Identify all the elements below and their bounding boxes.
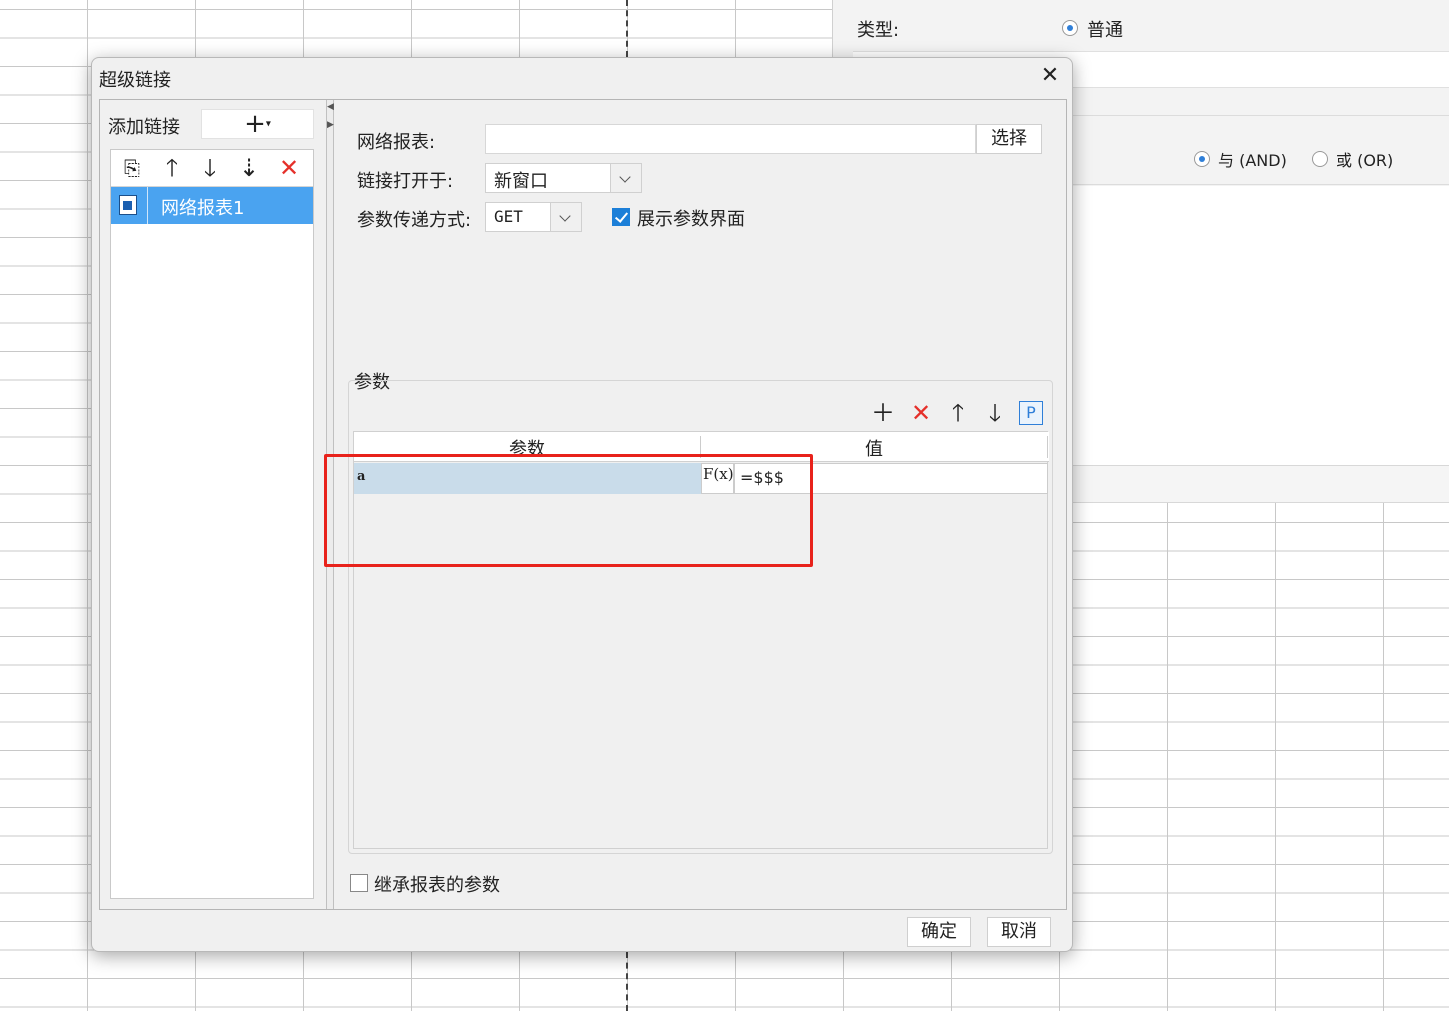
move-bottom-icon[interactable]: ⇣ [234, 154, 264, 182]
close-icon[interactable]: ✕ [1038, 64, 1062, 88]
dialog-title: 超级链接 [99, 70, 171, 91]
or-radio[interactable] [1312, 151, 1328, 167]
type-normal-radio[interactable] [1062, 20, 1078, 36]
select-button[interactable]: 选择 [976, 124, 1042, 154]
or-label: 或 (OR) [1336, 151, 1394, 170]
params-group: ＋ ✕ 🡑 🡓 P 参数 值 a F(x) =$$$ [348, 380, 1053, 854]
dropdown-arrow-icon: ▾ [265, 118, 271, 130]
and-radio[interactable] [1194, 151, 1210, 167]
param-down-icon[interactable]: 🡓 [981, 399, 1009, 427]
show-param-ui-label: 展示参数界面 [637, 209, 745, 230]
ok-button[interactable]: 确定 [907, 917, 971, 947]
item-divider [147, 187, 148, 224]
link-list-item[interactable]: 网络报表1 [111, 187, 313, 224]
add-link-button[interactable]: +▾ [201, 109, 314, 139]
web-report-label: 网络报表: [357, 132, 436, 153]
show-param-ui-checkbox[interactable] [612, 208, 630, 226]
param-method-value: GET [494, 207, 523, 226]
plus-icon: + [244, 109, 266, 139]
open-in-label: 链接打开于: [357, 171, 454, 192]
param-up-icon[interactable]: 🡑 [944, 399, 972, 427]
header-divider [1047, 436, 1048, 458]
move-up-icon[interactable]: 🡑 [157, 154, 187, 182]
link-list-pane: 添加链接 +▾ ⎘ 🡑 🡓 ⇣ ✕ 网络报表1 [100, 100, 326, 909]
param-method-select[interactable]: GET [485, 202, 582, 232]
cancel-button[interactable]: 取消 [987, 917, 1051, 947]
move-down-icon[interactable]: 🡓 [195, 154, 225, 182]
delete-icon[interactable]: ✕ [274, 154, 304, 182]
add-param-icon[interactable]: ＋ [869, 399, 897, 427]
type-row: 类型: 普通 [853, 0, 1449, 52]
parameter-p-icon[interactable]: P [1019, 401, 1043, 425]
chevron-down-icon [550, 203, 581, 231]
expand-right-icon[interactable]: ▶ [327, 120, 334, 130]
highlight-annotation-box [324, 454, 813, 567]
open-in-value: 新窗口 [494, 171, 548, 192]
delete-param-icon[interactable]: ✕ [907, 399, 935, 427]
and-label: 与 (AND) [1218, 151, 1287, 170]
page-break-line [626, 0, 628, 57]
inherit-params-checkbox[interactable] [350, 874, 368, 892]
panel-strip [1060, 465, 1449, 503]
collapse-left-icon[interactable]: ◀ [327, 102, 334, 112]
add-link-label: 添加链接 [108, 117, 180, 138]
report-icon [119, 195, 137, 215]
param-method-label: 参数传递方式: [357, 210, 472, 231]
link-list-toolbar: ⎘ 🡑 🡓 ⇣ ✕ [111, 150, 313, 187]
type-normal-label: 普通 [1087, 20, 1123, 41]
copy-icon[interactable]: ⎘ [117, 154, 147, 182]
inherit-params-label: 继承报表的参数 [374, 875, 500, 896]
open-in-select[interactable]: 新窗口 [485, 163, 642, 193]
type-label: 类型: [857, 20, 900, 41]
page-break-line [626, 952, 628, 1011]
chevron-down-icon [610, 164, 641, 192]
link-item-label: 网络报表1 [161, 198, 245, 219]
link-list: ⎘ 🡑 🡓 ⇣ ✕ 网络报表1 [110, 149, 314, 899]
web-report-input[interactable] [485, 124, 976, 154]
